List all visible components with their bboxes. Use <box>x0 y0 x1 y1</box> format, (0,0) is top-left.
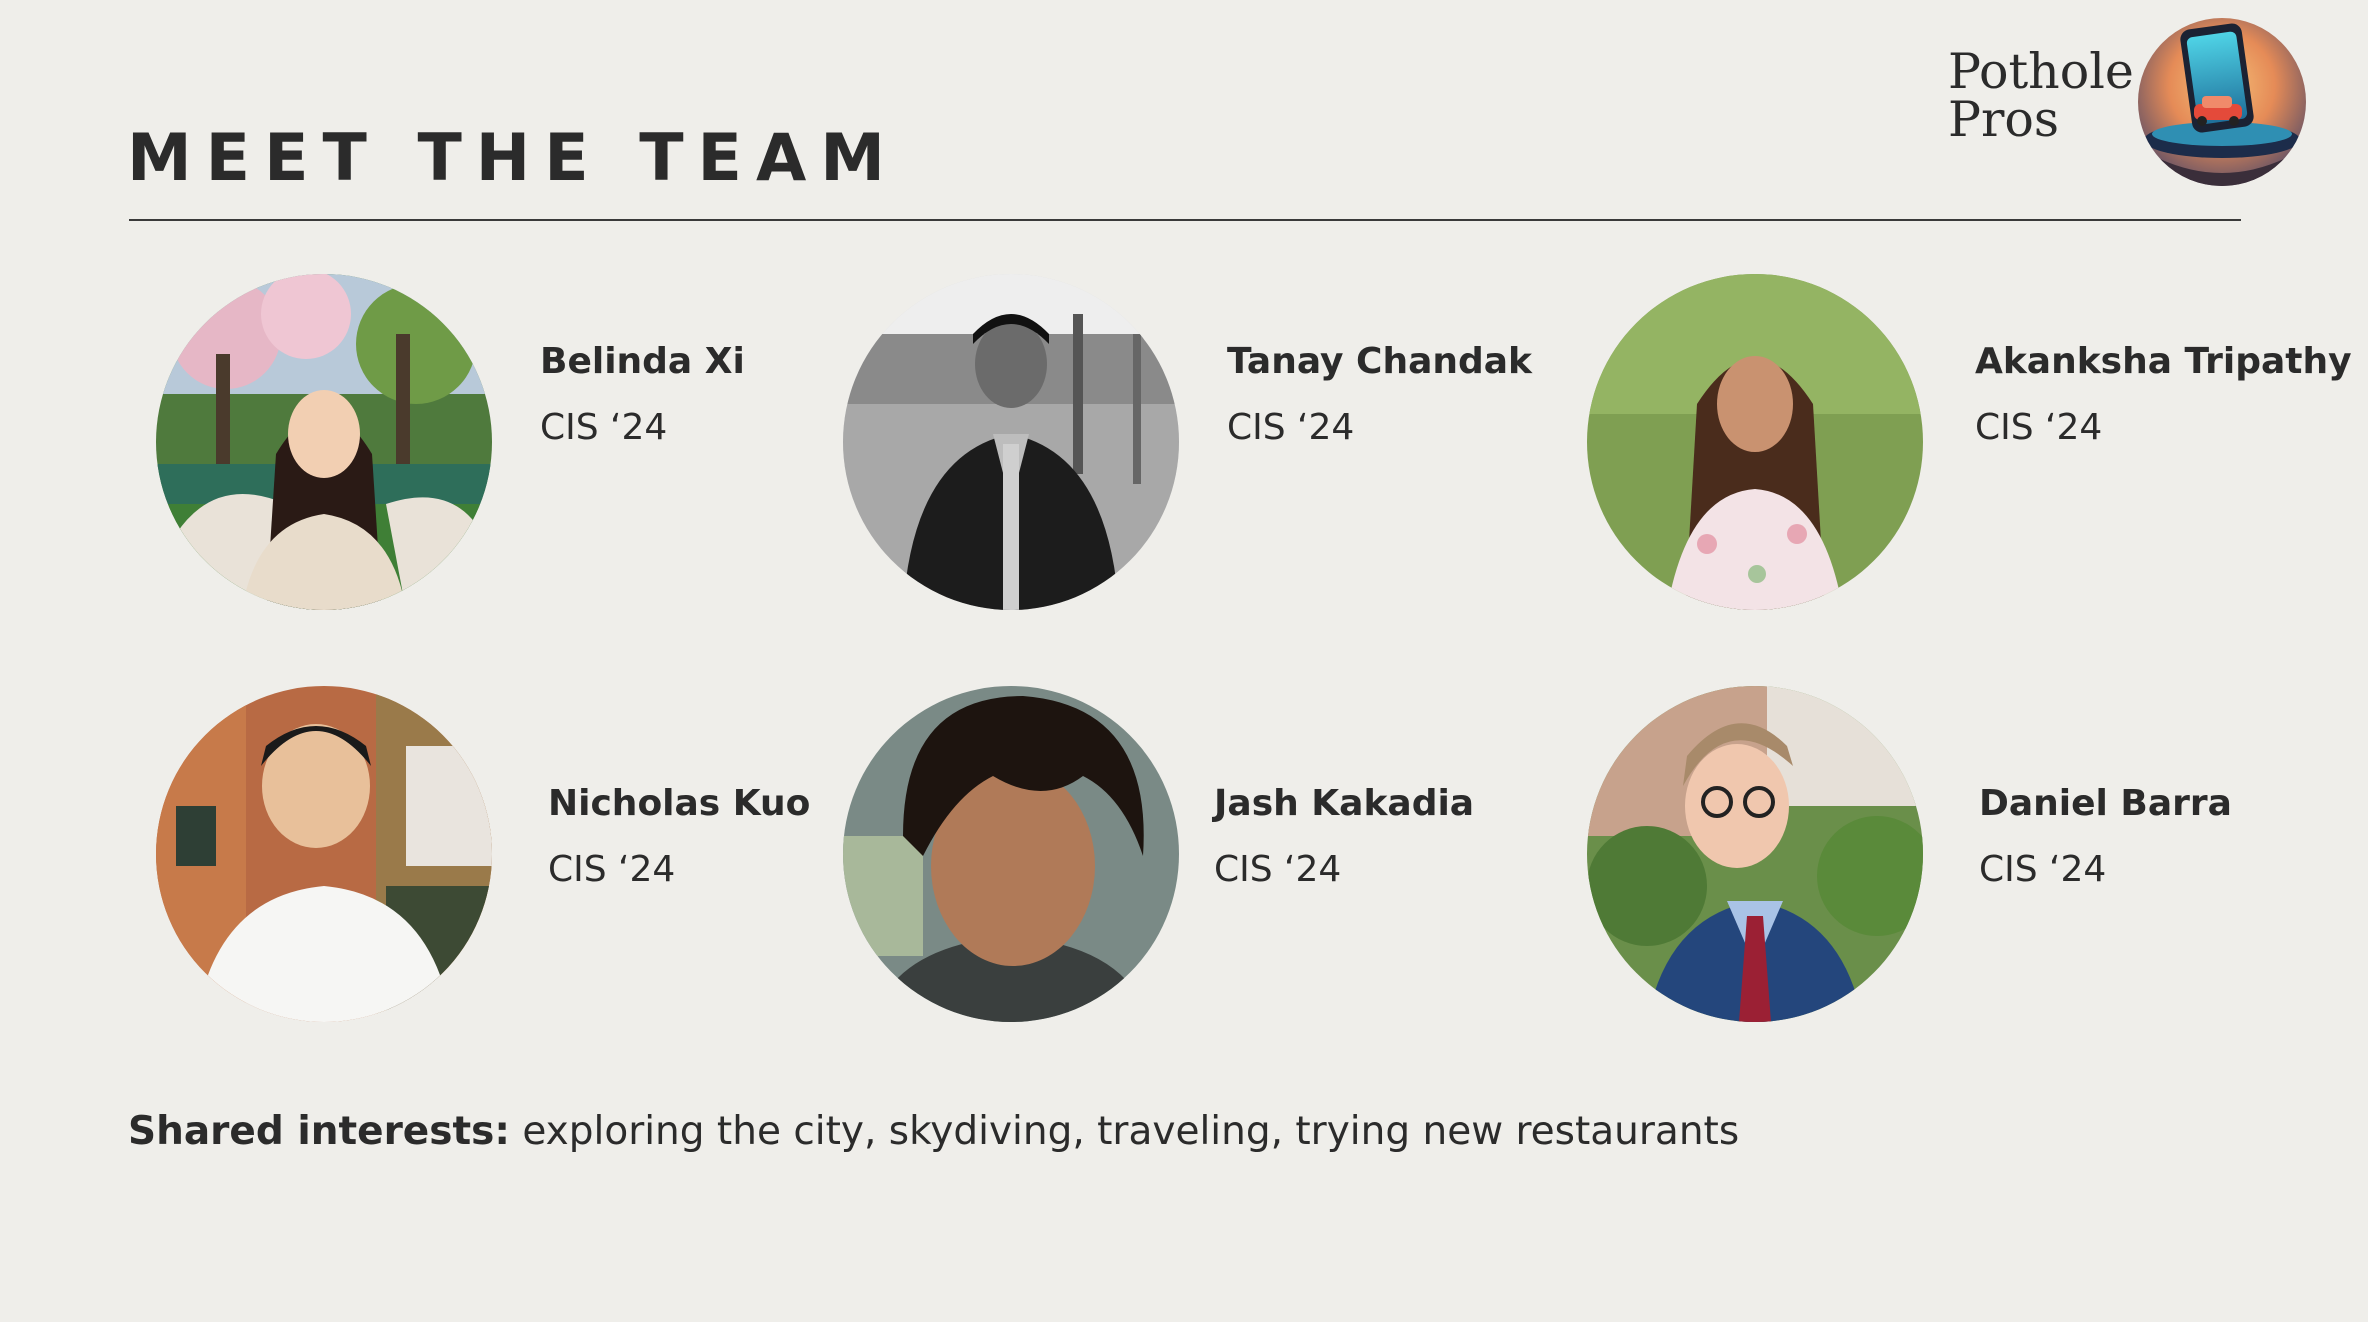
member-class: CIS ‘24 <box>1979 849 2107 890</box>
member-class: CIS ‘24 <box>1227 407 1355 448</box>
phone-car-pothole-logo-icon <box>2138 18 2306 186</box>
brand-wordmark: Pothole Pros <box>1948 43 2134 148</box>
avatar <box>156 686 492 1022</box>
title-divider <box>129 219 2241 221</box>
avatar <box>843 274 1179 610</box>
shared-interests-label: Shared interests <box>128 1109 495 1154</box>
member-class: CIS ‘24 <box>548 849 676 890</box>
avatar <box>843 686 1179 1022</box>
avatar <box>1587 274 1923 610</box>
page-title: MEET THE TEAM <box>127 121 899 196</box>
member-name: Belinda Xi <box>540 341 745 382</box>
member-class: CIS ‘24 <box>540 407 668 448</box>
brand-line-2: Pros <box>1948 91 2060 148</box>
member-class: CIS ‘24 <box>1975 407 2103 448</box>
member-name: Nicholas Kuo <box>548 783 811 824</box>
avatar <box>156 274 492 610</box>
brand-line-1: Pothole <box>1948 43 2134 100</box>
shared-interests-text: exploring the city, skydiving, traveling… <box>509 1109 1740 1154</box>
member-name: Jash Kakadia <box>1214 783 1475 824</box>
shared-interests: Shared interests: exploring the city, sk… <box>128 1107 1739 1157</box>
shared-interests-separator: : <box>494 1109 510 1154</box>
member-name: Akanksha Tripathy <box>1975 341 2352 382</box>
member-class: CIS ‘24 <box>1214 849 1342 890</box>
member-name: Tanay Chandak <box>1227 341 1532 382</box>
avatar <box>1587 686 1923 1022</box>
member-name: Daniel Barra <box>1979 783 2232 824</box>
